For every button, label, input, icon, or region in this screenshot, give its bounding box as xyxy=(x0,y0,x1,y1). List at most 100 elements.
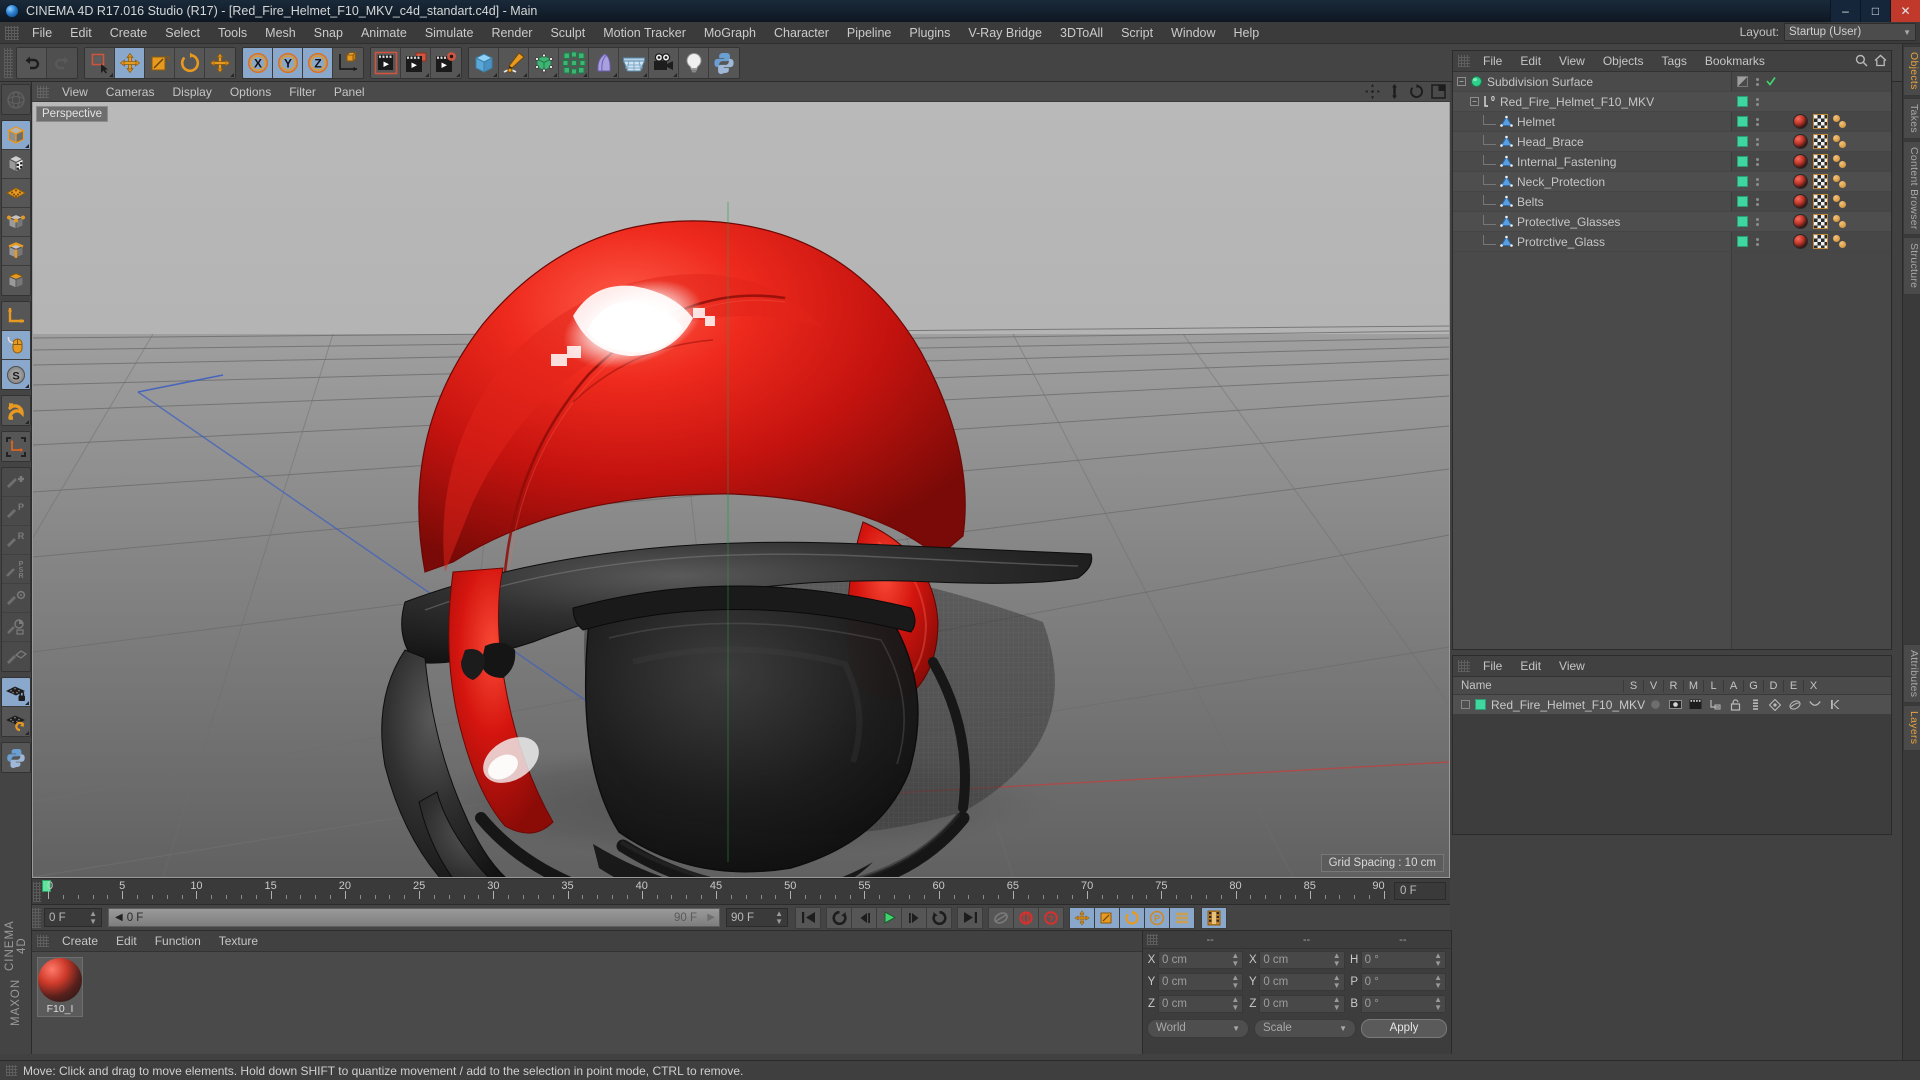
lock-workplane-button[interactable] xyxy=(1,678,30,707)
lock-x-button[interactable]: X xyxy=(243,47,273,78)
coord-field-rotation-p[interactable]: 0 ° ▲ ▼ xyxy=(1360,973,1446,991)
render-to-picture-viewer-button[interactable] xyxy=(401,47,431,78)
add-deformer-button[interactable] xyxy=(589,47,619,78)
layer-column-s[interactable]: S xyxy=(1623,679,1643,692)
step-back-button[interactable] xyxy=(851,906,877,929)
phong-tag[interactable] xyxy=(1833,134,1848,149)
pan-icon[interactable] xyxy=(1365,84,1380,102)
parameter-key-button[interactable]: P xyxy=(1144,906,1170,929)
zoom-icon[interactable] xyxy=(1387,84,1402,102)
timeline-grip[interactable] xyxy=(33,882,41,902)
layer-column-e[interactable]: E xyxy=(1783,679,1803,692)
autokeying-button[interactable] xyxy=(1013,906,1039,929)
object-manager-menu-view[interactable]: View xyxy=(1550,51,1594,72)
add-nurbs-button[interactable] xyxy=(529,47,559,78)
previous-keyframe-button[interactable] xyxy=(826,906,852,929)
step-forward-button[interactable] xyxy=(901,906,927,929)
object-row[interactable]: Internal_Fastening xyxy=(1453,152,1891,172)
minimize-button[interactable]: – xyxy=(1830,0,1860,22)
layer-column-m[interactable]: M xyxy=(1683,679,1703,692)
object-row[interactable]: Belts xyxy=(1453,192,1891,212)
texture-mode-button[interactable] xyxy=(1,150,30,179)
rotation-key-button[interactable] xyxy=(1119,906,1145,929)
spinner-icon[interactable]: ▲ ▼ xyxy=(1333,952,1341,968)
menu-item-animate[interactable]: Animate xyxy=(352,22,416,44)
object-manager-menu-bookmarks[interactable]: Bookmarks xyxy=(1696,51,1774,72)
visibility-dots[interactable] xyxy=(1755,237,1759,246)
layer-column-name[interactable]: Name xyxy=(1453,680,1623,692)
layer-xref-cell[interactable] xyxy=(1825,699,1845,710)
visibility-chip[interactable] xyxy=(1737,136,1748,147)
uv-tag[interactable] xyxy=(1813,114,1828,129)
edge-mode-button[interactable] xyxy=(1,237,30,266)
spinner-icon[interactable]: ▲ ▼ xyxy=(1333,974,1341,990)
menu-item-render[interactable]: Render xyxy=(482,22,541,44)
menu-item-tools[interactable]: Tools xyxy=(209,22,256,44)
play-button[interactable] xyxy=(876,906,902,929)
maximize-button[interactable]: □ xyxy=(1860,0,1890,22)
layer-solo-cell[interactable] xyxy=(1645,699,1665,710)
timeline-ruler[interactable]: 0 5 10 15 20 25 30 35 40 45 50 55 60 65 70 75 80 85 90 xyxy=(42,879,1390,905)
add-light-button[interactable] xyxy=(679,47,709,78)
menu-item-select[interactable]: Select xyxy=(156,22,209,44)
menu-item-file[interactable]: File xyxy=(23,22,61,44)
object-manager-menu-tags[interactable]: Tags xyxy=(1653,51,1696,72)
viewport-menu-filter[interactable]: Filter xyxy=(280,82,325,102)
viewport-menu-display[interactable]: Display xyxy=(163,82,220,102)
viewport-menu-cameras[interactable]: Cameras xyxy=(97,82,164,102)
menu-item-motion-tracker[interactable]: Motion Tracker xyxy=(594,22,695,44)
render-view-button[interactable] xyxy=(371,47,401,78)
phong-tag[interactable] xyxy=(1833,114,1848,129)
visibility-chip[interactable] xyxy=(1737,116,1748,127)
move-axis-tool[interactable] xyxy=(1,468,30,497)
scale-snap-button[interactable]: S xyxy=(1,360,30,389)
menu-item-character[interactable]: Character xyxy=(765,22,838,44)
axis-world-toggle[interactable] xyxy=(1,85,30,114)
visibility-chip[interactable] xyxy=(1737,96,1748,107)
next-keyframe-button[interactable] xyxy=(926,906,952,929)
uv-tag[interactable] xyxy=(1813,174,1828,189)
layer-column-r[interactable]: R xyxy=(1663,679,1683,692)
visibility-dots[interactable] xyxy=(1755,117,1759,126)
object-row[interactable]: Protrctive_Glass xyxy=(1453,232,1891,252)
spinner-icon[interactable]: ▲ ▼ xyxy=(1434,974,1442,990)
menu-item-pipeline[interactable]: Pipeline xyxy=(838,22,900,44)
viewport-solo-button[interactable] xyxy=(1,331,30,360)
menu-item-edit[interactable]: Edit xyxy=(61,22,101,44)
phong-tag[interactable] xyxy=(1833,194,1848,209)
menu-item-v-ray-bridge[interactable]: V-Ray Bridge xyxy=(959,22,1051,44)
model-mode-button[interactable] xyxy=(1,121,30,150)
psr-tool[interactable]: PSR xyxy=(1,555,30,584)
go-to-end-button[interactable] xyxy=(957,906,983,929)
coord-field-rotation-h[interactable]: 0 ° ▲ ▼ xyxy=(1360,951,1446,969)
vertical-tab-content-browser[interactable]: Content Browser xyxy=(1903,140,1920,236)
layer-column-v[interactable]: V xyxy=(1643,679,1663,692)
menu-item-mesh[interactable]: Mesh xyxy=(256,22,305,44)
object-tree[interactable]: − Subdivision Surface −0 Red_Fire_Helmet_F1… xyxy=(1453,72,1893,649)
phong-tag[interactable] xyxy=(1833,214,1848,229)
uv-tag[interactable] xyxy=(1813,154,1828,169)
search-icon[interactable] xyxy=(1855,54,1868,70)
animbar-grip[interactable] xyxy=(32,907,41,928)
viewport-menu-panel[interactable]: Panel xyxy=(325,82,374,102)
layer-manager-menu-view[interactable]: View xyxy=(1550,656,1594,677)
point-mode-button[interactable] xyxy=(1,208,30,237)
object-manager-menu-file[interactable]: File xyxy=(1474,51,1511,72)
object-row[interactable]: Protective_Glasses xyxy=(1453,212,1891,232)
material-list[interactable]: F10_I xyxy=(32,952,1142,1054)
polygon-mode-button[interactable] xyxy=(1,266,30,295)
object-manager-menu-objects[interactable]: Objects xyxy=(1594,51,1653,72)
visibility-dots[interactable] xyxy=(1755,77,1759,86)
timeline-current-frame-field[interactable]: 0 F xyxy=(1394,882,1446,900)
coordinate-system-select[interactable]: World ▼ xyxy=(1147,1018,1249,1038)
menu-item-snap[interactable]: Snap xyxy=(305,22,352,44)
rotation-tool[interactable]: R xyxy=(1,526,30,555)
layer-column-a[interactable]: A xyxy=(1723,679,1743,692)
layer-manager-grip[interactable] xyxy=(1458,660,1470,672)
layer-column-x[interactable]: X xyxy=(1803,679,1823,692)
lock-z-button[interactable]: Z xyxy=(303,47,333,78)
layer-manager-menu-file[interactable]: File xyxy=(1474,656,1511,677)
rotate-icon[interactable] xyxy=(1409,84,1424,102)
object-manager-grip[interactable] xyxy=(1458,55,1470,67)
layer-manager-menu-edit[interactable]: Edit xyxy=(1511,656,1550,677)
